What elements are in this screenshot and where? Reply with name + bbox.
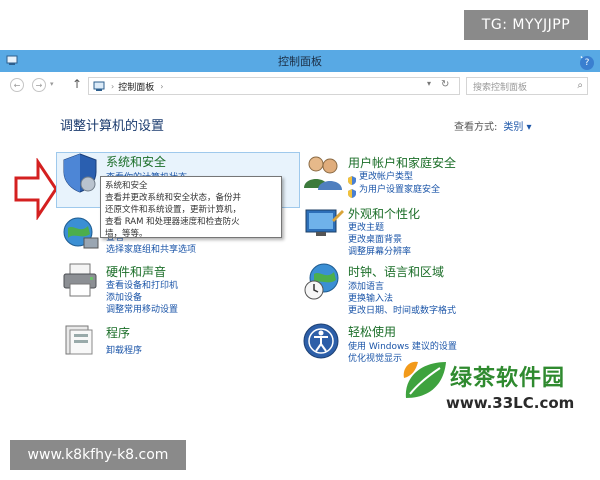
green-leaf-logo-icon — [403, 361, 446, 398]
watermark-url: www.33LC.com — [446, 394, 575, 412]
category-title-system-security[interactable]: 系统和安全 — [106, 153, 166, 170]
recent-dropdown-chevron-icon[interactable]: ▾ — [50, 80, 54, 88]
tooltip-line: 系统和安全 — [105, 181, 148, 191]
help-button[interactable]: ? — [580, 56, 594, 70]
ease-of-access-icon — [303, 323, 339, 359]
tooltip-line: 查看并更改系统和安全状态，备份并 — [105, 193, 242, 203]
search-input[interactable]: 搜索控制面板 ⌕ — [466, 77, 588, 95]
link-date-time-format[interactable]: 更改日期、时间或数字格式 — [348, 303, 456, 316]
search-placeholder: 搜索控制面板 — [473, 82, 528, 93]
help-icon: ? — [584, 58, 590, 68]
chevron-right-icon[interactable]: › — [111, 82, 114, 91]
top-tag-text: TG: MYYJJPP — [481, 17, 571, 33]
link-uninstall-program[interactable]: 卸载程序 — [106, 343, 142, 356]
view-by-label: 查看方式: — [454, 122, 498, 133]
red-arrow-annotation-icon — [14, 158, 58, 220]
watermark-brand: 绿茶软件园 — [450, 366, 566, 391]
up-button[interactable]: ↑ — [72, 77, 82, 91]
link-change-account-type[interactable]: 更改帐户类型 — [359, 169, 413, 182]
tooltip-line: 还原文件和系统设置，更新计算机， — [105, 205, 242, 215]
address-bar[interactable]: › 控制面板 › ▾ ↻ — [88, 77, 460, 95]
uac-shield-icon — [348, 170, 356, 185]
arrow-right-icon: → — [35, 80, 43, 90]
category-title-programs[interactable]: 程序 — [106, 324, 130, 341]
refresh-icon[interactable]: ↻ — [441, 79, 449, 90]
system-security-tooltip: 系统和安全 查看并更改系统和安全状态，备份并 还原文件和系统设置，更新计算机， … — [100, 176, 282, 239]
view-by: 查看方式: 类别 ▾ — [454, 118, 532, 133]
link-family-safety[interactable]: 为用户设置家庭安全 — [359, 182, 440, 195]
link-optimize-visual-display[interactable]: 优化视觉显示 — [348, 351, 402, 364]
clock-globe-icon — [304, 263, 339, 300]
category-title-ease-of-access[interactable]: 轻松使用 — [348, 323, 396, 340]
arrow-up-icon: ↑ — [72, 77, 83, 91]
tooltip-line: 墙，等等。 — [105, 229, 148, 239]
bottom-tag-text: www.k8kfhy-k8.com — [27, 447, 169, 463]
back-button[interactable]: ← — [10, 78, 24, 92]
users-icon — [304, 156, 342, 190]
link-homegroup-sharing[interactable]: 选择家庭组和共享选项 — [106, 242, 196, 255]
top-watermark-tag: TG: MYYJJPP — [464, 10, 588, 40]
link-mobility-settings[interactable]: 调整常用移动设置 — [106, 302, 178, 315]
uac-shield-icon — [348, 183, 356, 198]
printer-icon — [63, 263, 97, 297]
site-watermark: 绿茶软件园 www.33LC.com — [396, 358, 596, 418]
view-by-dropdown[interactable]: 类别 ▾ — [503, 122, 531, 133]
appearance-icon — [305, 209, 344, 236]
programs-icon — [65, 325, 93, 355]
arrow-left-icon: ← — [13, 80, 21, 90]
chevron-right-icon[interactable]: › — [160, 82, 163, 91]
forward-button[interactable]: → — [32, 78, 46, 92]
navigation-bar: ← → ▾ ↑ › 控制面板 › ▾ ↻ 搜索控制面板 ⌕ — [0, 72, 600, 100]
breadcrumb-control-panel[interactable]: 控制面板 — [118, 80, 154, 93]
shield-icon — [63, 153, 97, 193]
network-globe-icon — [63, 217, 99, 249]
bottom-watermark-tag: www.k8kfhy-k8.com — [10, 440, 186, 470]
window-title: 控制面板 — [278, 55, 322, 68]
page-title: 调整计算机的设置 — [60, 119, 165, 134]
tooltip-line: 查看 RAM 和处理器速度和检查防火 — [105, 217, 240, 227]
address-dropdown-icon[interactable]: ▾ — [427, 79, 431, 88]
search-icon[interactable]: ⌕ — [577, 80, 583, 91]
link-screen-resolution[interactable]: 调整屏幕分辨率 — [348, 244, 411, 257]
category-title-clock-language-region[interactable]: 时钟、语言和区域 — [348, 263, 444, 280]
control-panel-location-icon — [93, 81, 105, 91]
title-bar[interactable]: 控制面板 ✕ — [0, 50, 600, 72]
